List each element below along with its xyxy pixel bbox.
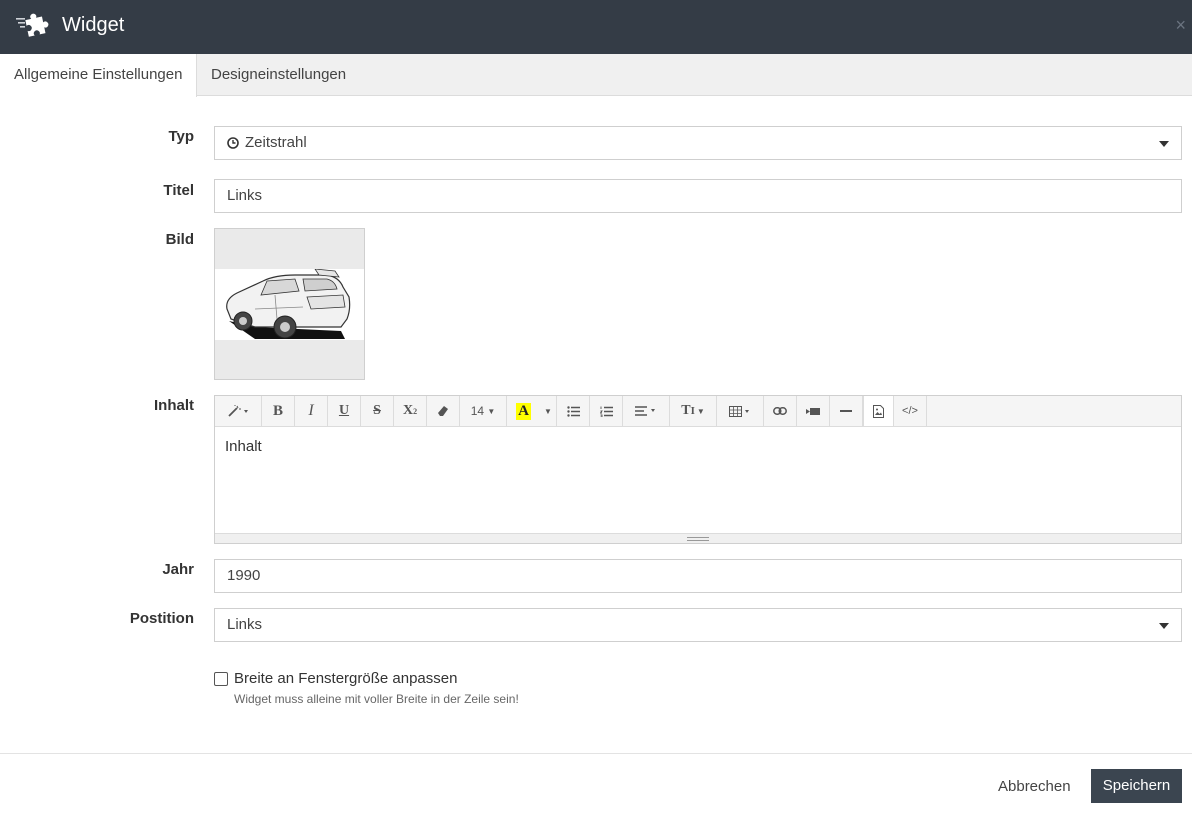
car-image xyxy=(226,268,351,339)
type-select[interactable]: Zeitstrahl xyxy=(214,126,1182,160)
fullwidth-label[interactable]: Breite an Fenstergröße anpassen xyxy=(234,670,457,687)
picture-icon[interactable] xyxy=(863,396,894,426)
fullwidth-checkbox[interactable] xyxy=(214,672,228,686)
position-value: Links xyxy=(227,616,263,633)
image-picker[interactable] xyxy=(214,228,365,380)
rich-text-editor: B I U S X2 14 ▼ A ▼ T I ▼ </> Inhalt xyxy=(214,395,1182,544)
tab-bar: Allgemeine Einstellungen Designeinstellu… xyxy=(0,54,1192,97)
horizontal-rule-icon[interactable] xyxy=(830,396,863,426)
close-icon[interactable]: × xyxy=(1175,16,1186,34)
chevron-down-icon xyxy=(1159,623,1169,629)
tab-general-settings[interactable]: Allgemeine Einstellungen xyxy=(0,54,198,97)
editor-content[interactable]: Inhalt xyxy=(225,438,262,455)
dialog-header: Widget × xyxy=(0,0,1192,54)
bold-icon[interactable]: B xyxy=(262,396,295,426)
year-value: 1990 xyxy=(227,567,261,584)
year-label: Jahr xyxy=(162,561,194,578)
title-input[interactable]: Links xyxy=(214,179,1182,213)
grip-icon xyxy=(687,537,709,541)
italic-icon[interactable]: I xyxy=(295,396,328,426)
fullwidth-hint: Widget muss alleine mit voller Breite in… xyxy=(234,692,519,706)
editor-resize-handle[interactable] xyxy=(215,533,1181,543)
underline-icon[interactable]: U xyxy=(328,396,361,426)
font-size-value: 14 xyxy=(470,404,485,418)
editor-toolbar: B I U S X2 14 ▼ A ▼ T I ▼ </> xyxy=(215,396,1181,427)
image-label: Bild xyxy=(165,231,194,248)
year-input[interactable]: 1990 xyxy=(214,559,1182,593)
text-color-icon[interactable]: A xyxy=(507,396,540,426)
footer-divider xyxy=(0,753,1192,754)
tab-design-settings[interactable]: Designeinstellungen xyxy=(197,54,360,96)
line-height-icon[interactable]: T I ▼ xyxy=(670,396,717,426)
title-value: Links xyxy=(227,187,263,204)
eraser-icon[interactable] xyxy=(427,396,460,426)
magic-wand-icon[interactable] xyxy=(215,396,262,426)
table-icon[interactable] xyxy=(717,396,764,426)
superscript-icon[interactable]: X2 xyxy=(394,396,427,426)
content-label: Inhalt xyxy=(154,397,194,414)
code-view-icon[interactable]: </> xyxy=(894,396,927,426)
position-select[interactable]: Links xyxy=(214,608,1182,642)
puzzle-icon xyxy=(16,13,49,37)
strikethrough-icon[interactable]: S xyxy=(361,396,394,426)
save-button[interactable]: Speichern xyxy=(1091,769,1182,803)
ordered-list-icon[interactable] xyxy=(590,396,623,426)
unordered-list-icon[interactable] xyxy=(557,396,590,426)
position-label: Postition xyxy=(129,610,194,627)
font-size-dropdown[interactable]: 14 ▼ xyxy=(460,396,507,426)
dialog-title: Widget xyxy=(62,14,125,36)
clock-icon xyxy=(227,137,239,149)
type-value: Zeitstrahl xyxy=(245,134,307,151)
cancel-button[interactable]: Abbrechen xyxy=(990,770,1079,803)
video-icon[interactable] xyxy=(797,396,830,426)
image-preview xyxy=(215,268,364,340)
title-label: Titel xyxy=(163,182,194,199)
color-dropdown-icon[interactable]: ▼ xyxy=(540,396,557,426)
paragraph-align-icon[interactable] xyxy=(623,396,670,426)
link-icon[interactable] xyxy=(764,396,797,426)
chevron-down-icon xyxy=(1159,141,1169,147)
type-label: Typ xyxy=(168,128,194,145)
